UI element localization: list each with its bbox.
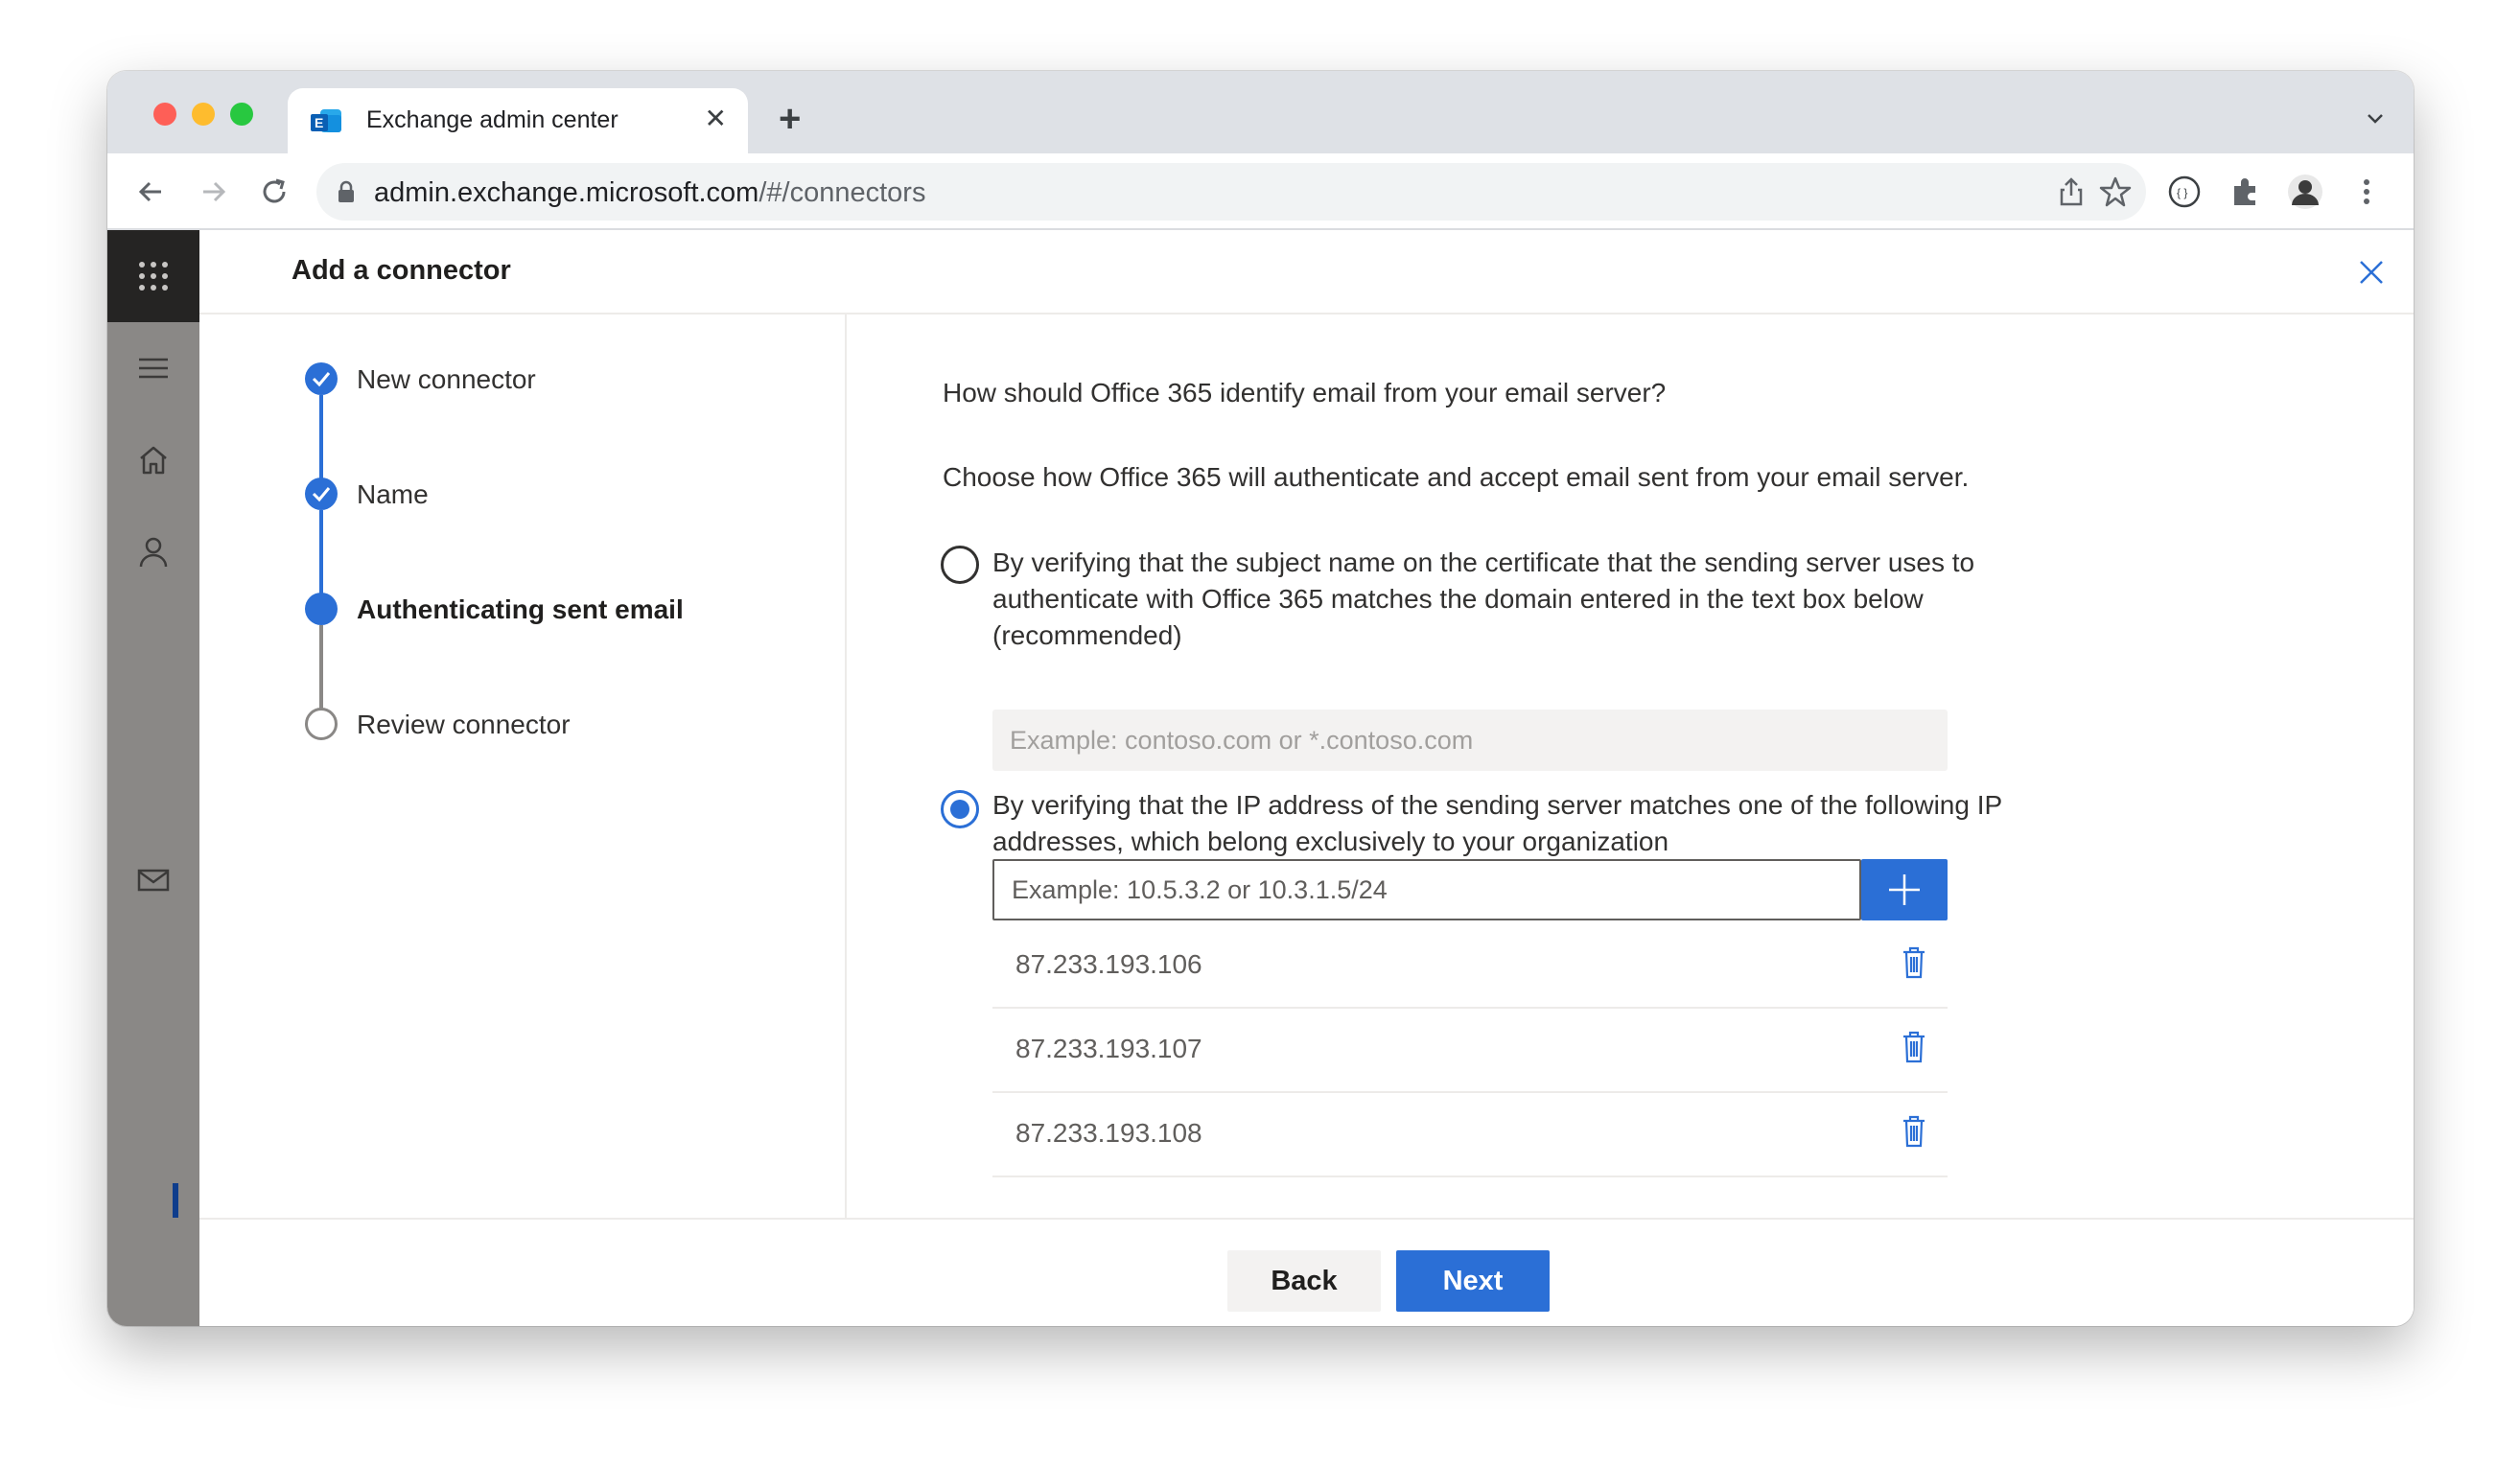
- extensions-puzzle-icon[interactable]: [2227, 173, 2265, 211]
- url-path: /#/connectors: [758, 177, 926, 208]
- address-bar[interactable]: admin.exchange.microsoft.com/#/connector…: [316, 163, 2146, 221]
- step-name[interactable]: Name: [357, 479, 429, 510]
- next-button[interactable]: Next: [1396, 1250, 1550, 1312]
- ip-address-option-label[interactable]: By verifying that the IP address of the …: [992, 787, 2009, 860]
- reload-icon[interactable]: [255, 173, 293, 211]
- back-button[interactable]: Back: [1227, 1250, 1381, 1312]
- step-review-connector: Review connector: [357, 710, 571, 739]
- svg-text:E: E: [315, 115, 323, 130]
- maximize-window-button[interactable]: [230, 103, 253, 126]
- description-text: Choose how Office 365 will authenticate …: [943, 462, 1970, 492]
- step-new-connector[interactable]: New connector: [357, 364, 536, 395]
- url-host: admin.exchange.microsoft.com: [374, 177, 759, 208]
- share-icon[interactable]: [2054, 175, 2088, 209]
- step-current-indicator: [305, 593, 338, 625]
- ip-address-option-radio[interactable]: [941, 790, 979, 828]
- panel-title: Add a connector: [292, 255, 511, 286]
- tab-title: Exchange admin center: [366, 106, 618, 133]
- close-window-button[interactable]: [153, 103, 176, 126]
- forward-arrow-icon[interactable]: [194, 173, 232, 211]
- tab-strip: E Exchange admin center ✕ +: [107, 71, 2414, 153]
- checkmark-icon: [312, 487, 331, 502]
- bookmark-star-icon[interactable]: [2098, 175, 2133, 209]
- chevron-down-icon[interactable]: [2366, 109, 2385, 128]
- step-connector-line: [319, 625, 323, 713]
- question-text: How should Office 365 identify email fro…: [943, 378, 1667, 408]
- ip-address-field[interactable]: [992, 859, 1861, 920]
- certificate-domain-field: [992, 710, 1948, 771]
- step-content: How should Office 365 identify email fro…: [847, 314, 2414, 1218]
- browser-tab[interactable]: E Exchange admin center ✕: [288, 88, 748, 153]
- minimize-window-button[interactable]: [192, 103, 215, 126]
- certificate-domain-input: [992, 710, 1948, 771]
- step-pending-indicator: [305, 708, 338, 740]
- more-menu-icon[interactable]: [2347, 173, 2386, 211]
- lock-icon: [338, 180, 354, 202]
- close-tab-icon[interactable]: ✕: [705, 105, 727, 132]
- ip-address-row: 87.233.193.108: [992, 1093, 1948, 1177]
- add-connector-panel: Add a connector New connector Name Authe…: [199, 230, 2414, 1326]
- trash-icon[interactable]: [1902, 1030, 1926, 1064]
- step-connector-line: [319, 510, 323, 598]
- add-icon: [1889, 874, 1920, 905]
- home-icon[interactable]: [134, 441, 173, 479]
- ip-address-value: 87.233.193.107: [1015, 1034, 1202, 1063]
- wizard-steps: New connector Name Authenticating sent e…: [199, 314, 847, 1218]
- step-authenticating-sent-email[interactable]: Authenticating sent email: [357, 594, 684, 625]
- trash-icon[interactable]: [1902, 1114, 1926, 1149]
- step-completed-indicator: [305, 477, 338, 510]
- close-icon[interactable]: [2356, 257, 2387, 288]
- svg-text:{ }: { }: [2177, 186, 2187, 199]
- back-arrow-icon[interactable]: [132, 173, 171, 211]
- ip-address-row: 87.233.193.106: [992, 924, 1948, 1009]
- extension-badge-icon[interactable]: { }: [2165, 173, 2204, 211]
- person-icon[interactable]: [134, 533, 173, 571]
- profile-avatar[interactable]: [2286, 173, 2324, 211]
- checkmark-icon: [312, 372, 331, 387]
- certificate-option-label[interactable]: By verifying that the subject name on th…: [992, 545, 2009, 654]
- trash-icon[interactable]: [1902, 945, 1926, 980]
- waffle-icon: [139, 262, 168, 291]
- ip-address-value: 87.233.193.106: [1015, 949, 1202, 979]
- new-tab-button[interactable]: +: [779, 100, 801, 138]
- browser-toolbar: admin.exchange.microsoft.com/#/connector…: [107, 153, 2414, 230]
- hamburger-icon[interactable]: [134, 349, 173, 387]
- certificate-option-radio[interactable]: [941, 546, 979, 584]
- ip-address-input[interactable]: [994, 861, 1859, 919]
- step-completed-indicator: [305, 362, 338, 395]
- ip-address-row: 87.233.193.107: [992, 1009, 1948, 1093]
- browser-window: E Exchange admin center ✕ + admin.exchan…: [107, 71, 2414, 1326]
- mail-icon[interactable]: [134, 861, 173, 899]
- exchange-logo-icon: E: [311, 109, 341, 132]
- add-ip-button[interactable]: [1861, 859, 1948, 920]
- app-launcher[interactable]: [107, 230, 199, 322]
- step-connector-line: [319, 395, 323, 483]
- panel-footer: Back Next: [199, 1218, 2414, 1326]
- ip-address-value: 87.233.193.108: [1015, 1118, 1202, 1148]
- panel-header: Add a connector: [199, 230, 2414, 314]
- nav-selection-indicator: [173, 1183, 178, 1218]
- url-text: admin.exchange.microsoft.com/#/connector…: [374, 177, 925, 209]
